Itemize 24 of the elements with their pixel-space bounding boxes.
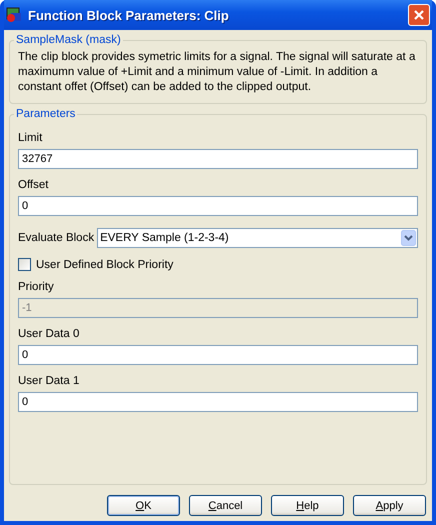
close-icon[interactable] <box>413 9 425 21</box>
field-label: User Data 1 <box>18 375 80 387</box>
field-label: Limit <box>18 132 44 144</box>
dialog-button[interactable]: Apply <box>353 495 426 516</box>
dialog-button[interactable]: Help <box>271 495 344 516</box>
dialog-button[interactable]: Cancel <box>189 495 262 516</box>
app-icon <box>6 7 22 23</box>
input-field[interactable]: 32767 <box>18 149 418 169</box>
input-field[interactable]: 0 <box>18 392 418 412</box>
field-label: Evaluate Block <box>18 232 94 244</box>
description-text: The clip block provides symetric limits for a signal. The signal will saturate at a maximumn value of +Limit and a minimum value of -Limit. In addition a constant offet (Offset) can be added to the clipped output. <box>18 50 416 95</box>
dropdown[interactable]: EVERY Sample (1-2-3-4) <box>97 228 418 248</box>
field-label: Priority <box>18 281 55 293</box>
dialog-button[interactable]: OK <box>107 495 180 516</box>
field-label: Offset <box>18 179 50 191</box>
group-title: SampleMask (mask) <box>15 34 122 46</box>
group-title: Parameters <box>15 108 76 120</box>
close-button[interactable] <box>408 4 430 26</box>
input-field[interactable]: 0 <box>18 345 418 365</box>
checkbox-label[interactable]: User Defined Block Priority <box>36 258 174 270</box>
window-title: Function Block Parameters: Clip <box>28 8 230 22</box>
checkbox[interactable] <box>18 258 31 271</box>
field-label: User Data 0 <box>18 328 80 340</box>
input-field[interactable]: 0 <box>18 196 418 216</box>
